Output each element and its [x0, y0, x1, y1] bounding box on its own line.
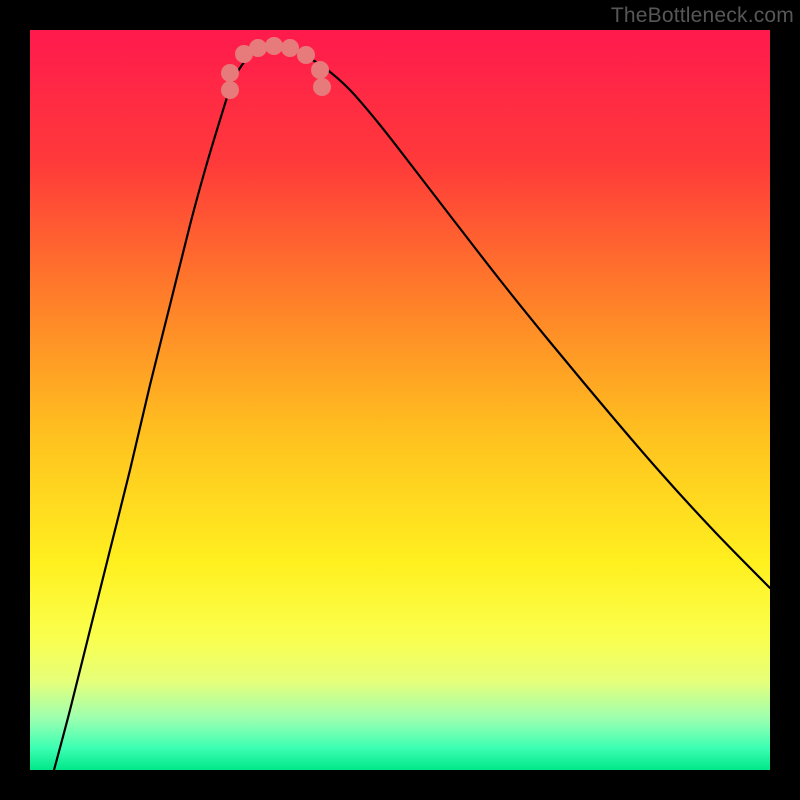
marker-dot — [249, 39, 267, 57]
bottleneck-chart — [30, 30, 770, 770]
marker-dot — [221, 64, 239, 82]
marker-dot — [311, 61, 329, 79]
marker-dot — [297, 46, 315, 64]
marker-dot — [221, 81, 239, 99]
marker-dot — [281, 39, 299, 57]
marker-dot — [313, 78, 331, 96]
gradient-background — [30, 30, 770, 770]
chart-frame — [30, 30, 770, 770]
marker-dot — [265, 37, 283, 55]
watermark-text: TheBottleneck.com — [611, 4, 794, 28]
